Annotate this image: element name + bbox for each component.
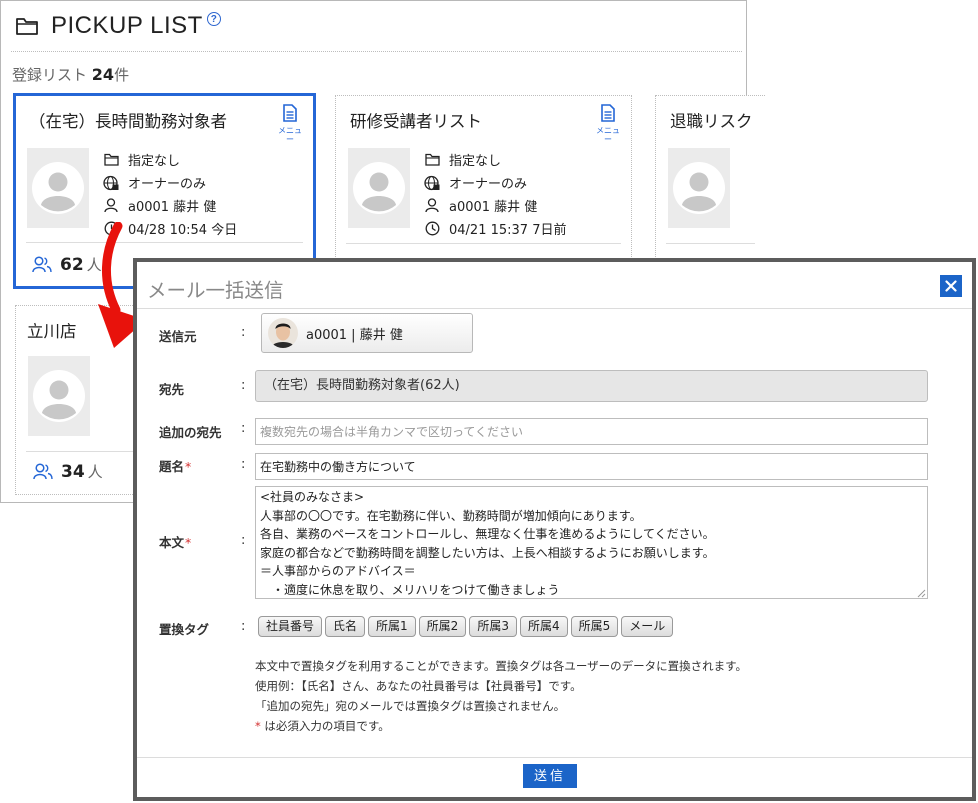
user-icon bbox=[425, 198, 439, 213]
meta-date: 04/21 15:37 7日前 bbox=[424, 217, 566, 240]
help-icon[interactable]: ? bbox=[206, 12, 221, 26]
subject-input[interactable] bbox=[255, 453, 928, 480]
avatar-placeholder bbox=[27, 148, 89, 228]
globe-lock-icon bbox=[424, 175, 440, 190]
pickup-list-header: PICKUP LIST ? bbox=[15, 11, 221, 41]
card-people-count: 34 人 bbox=[33, 461, 103, 482]
meta-owner: a0001 藤井 健 bbox=[424, 194, 566, 217]
extra-to-label: 追加の宛先 bbox=[159, 425, 222, 440]
page-title: PICKUP LIST bbox=[51, 12, 203, 39]
globe-lock-icon bbox=[103, 175, 119, 190]
from-label: 送信元 bbox=[159, 329, 197, 344]
required-mark: * bbox=[185, 459, 192, 474]
folder-small-icon bbox=[103, 153, 119, 166]
document-menu-icon bbox=[601, 104, 615, 122]
card-title: （在宅）長時間勤務対象者 bbox=[29, 112, 227, 131]
body-colon: : bbox=[241, 533, 246, 548]
person-placeholder-icon bbox=[353, 162, 405, 214]
to-label: 宛先 bbox=[159, 382, 185, 397]
send-button[interactable]: 送信 bbox=[523, 764, 577, 788]
help-line: 使用例：【氏名】さん、あなたの社員番号は【社員番号】です。 bbox=[255, 679, 582, 693]
to-colon: : bbox=[241, 378, 246, 393]
header-divider bbox=[11, 51, 742, 52]
subject-colon: : bbox=[241, 457, 246, 472]
extra-to-colon: : bbox=[241, 421, 246, 436]
tag-button-dept3[interactable]: 所属3 bbox=[469, 616, 517, 637]
list-count: 登録リスト 24件 bbox=[12, 65, 130, 84]
list-card-3[interactable]: 退職リスク bbox=[655, 95, 765, 265]
group-icon bbox=[33, 462, 53, 479]
card-meta: 指定なし オーナーのみ a0001 藤井 健 04/21 15:37 7日前 bbox=[424, 148, 566, 240]
extra-to-input[interactable] bbox=[255, 418, 928, 445]
document-menu-icon bbox=[283, 104, 297, 122]
clock-icon bbox=[425, 221, 439, 236]
card-divider bbox=[666, 243, 755, 244]
to-field-readonly: （在宅）長時間勤務対象者(62人) bbox=[255, 370, 928, 402]
dialog-footer-divider bbox=[137, 757, 972, 758]
sender-select[interactable]: a0001 | 藤井 健 bbox=[261, 313, 473, 353]
help-line: 本文中で置換タグを利用することができます。置換タグは各ユーザーのデータに置換され… bbox=[255, 659, 747, 673]
card-title: 立川店 bbox=[27, 322, 77, 341]
close-icon bbox=[945, 280, 957, 292]
close-button[interactable] bbox=[940, 275, 962, 297]
required-mark: * bbox=[185, 535, 192, 550]
person-placeholder-icon bbox=[32, 162, 84, 214]
card-divider bbox=[346, 243, 621, 244]
folder-icon bbox=[16, 18, 38, 35]
sender-photo-image bbox=[268, 318, 298, 348]
avatar-placeholder bbox=[668, 148, 730, 228]
user-icon bbox=[104, 198, 118, 213]
card-menu-button[interactable]: メニュー bbox=[593, 104, 623, 144]
group-icon bbox=[32, 255, 52, 272]
tags-label: 置換タグ bbox=[159, 622, 210, 637]
resize-handle-icon[interactable] bbox=[916, 588, 926, 598]
mail-bulk-send-dialog: メール一括送信 送信元 : a0001 | 藤井 健 宛先 : （在宅）長時間勤… bbox=[133, 258, 976, 801]
list-card-2[interactable]: 研修受講者リスト メニュー 指定なし オーナーのみ a0001 藤井 健 04/… bbox=[335, 95, 632, 265]
help-text: 本文中で置換タグを利用することができます。置換タグは各ユーザーのデータに置換され… bbox=[255, 656, 747, 736]
tag-button-mail[interactable]: メール bbox=[621, 616, 674, 637]
tag-button-employee-number[interactable]: 社員番号 bbox=[258, 616, 323, 637]
menu-label: メニュー bbox=[278, 126, 302, 144]
from-colon: : bbox=[241, 325, 246, 340]
tag-button-dept2[interactable]: 所属2 bbox=[418, 616, 467, 637]
dialog-header-divider bbox=[137, 308, 972, 309]
meta-folder: 指定なし bbox=[424, 148, 566, 171]
card-title: 研修受講者リスト bbox=[350, 112, 482, 131]
menu-label: メニュー bbox=[596, 126, 620, 144]
body-textarea[interactable]: <社員のみなさま> 人事部の〇〇です。在宅勤務に伴い、勤務時間が増加傾向にありま… bbox=[255, 486, 928, 599]
card-title: 退職リスク bbox=[670, 112, 753, 131]
tag-button-name[interactable]: 氏名 bbox=[325, 616, 366, 637]
person-placeholder-icon bbox=[33, 370, 85, 422]
meta-folder: 指定なし bbox=[103, 148, 237, 171]
tags-colon: : bbox=[241, 619, 246, 634]
tag-button-dept5[interactable]: 所属5 bbox=[570, 616, 619, 637]
meta-visibility: オーナーのみ bbox=[103, 171, 237, 194]
required-note: * は必須入力の項目です。 bbox=[255, 719, 390, 733]
avatar-placeholder bbox=[28, 356, 90, 436]
card-menu-button[interactable]: メニュー bbox=[275, 104, 305, 144]
dialog-title: メール一括送信 bbox=[147, 279, 284, 302]
tag-button-dept4[interactable]: 所属4 bbox=[519, 616, 568, 637]
card-divider bbox=[26, 451, 145, 452]
subject-label: 題名* bbox=[159, 459, 192, 474]
body-label: 本文* bbox=[159, 535, 192, 550]
meta-owner: a0001 藤井 健 bbox=[103, 194, 237, 217]
replace-tag-buttons: 社員番号 氏名 所属1 所属2 所属3 所属4 所属5 メール bbox=[258, 616, 674, 637]
meta-visibility: オーナーのみ bbox=[424, 171, 566, 194]
avatar-placeholder bbox=[348, 148, 410, 228]
sender-name: a0001 | 藤井 健 bbox=[306, 327, 403, 343]
help-line: 「追加の宛先」宛のメールでは置換タグは置換されません。 bbox=[255, 699, 566, 713]
folder-small-icon bbox=[424, 153, 440, 166]
person-placeholder-icon bbox=[673, 162, 725, 214]
sender-avatar bbox=[268, 318, 298, 348]
tag-button-dept1[interactable]: 所属1 bbox=[368, 616, 416, 637]
